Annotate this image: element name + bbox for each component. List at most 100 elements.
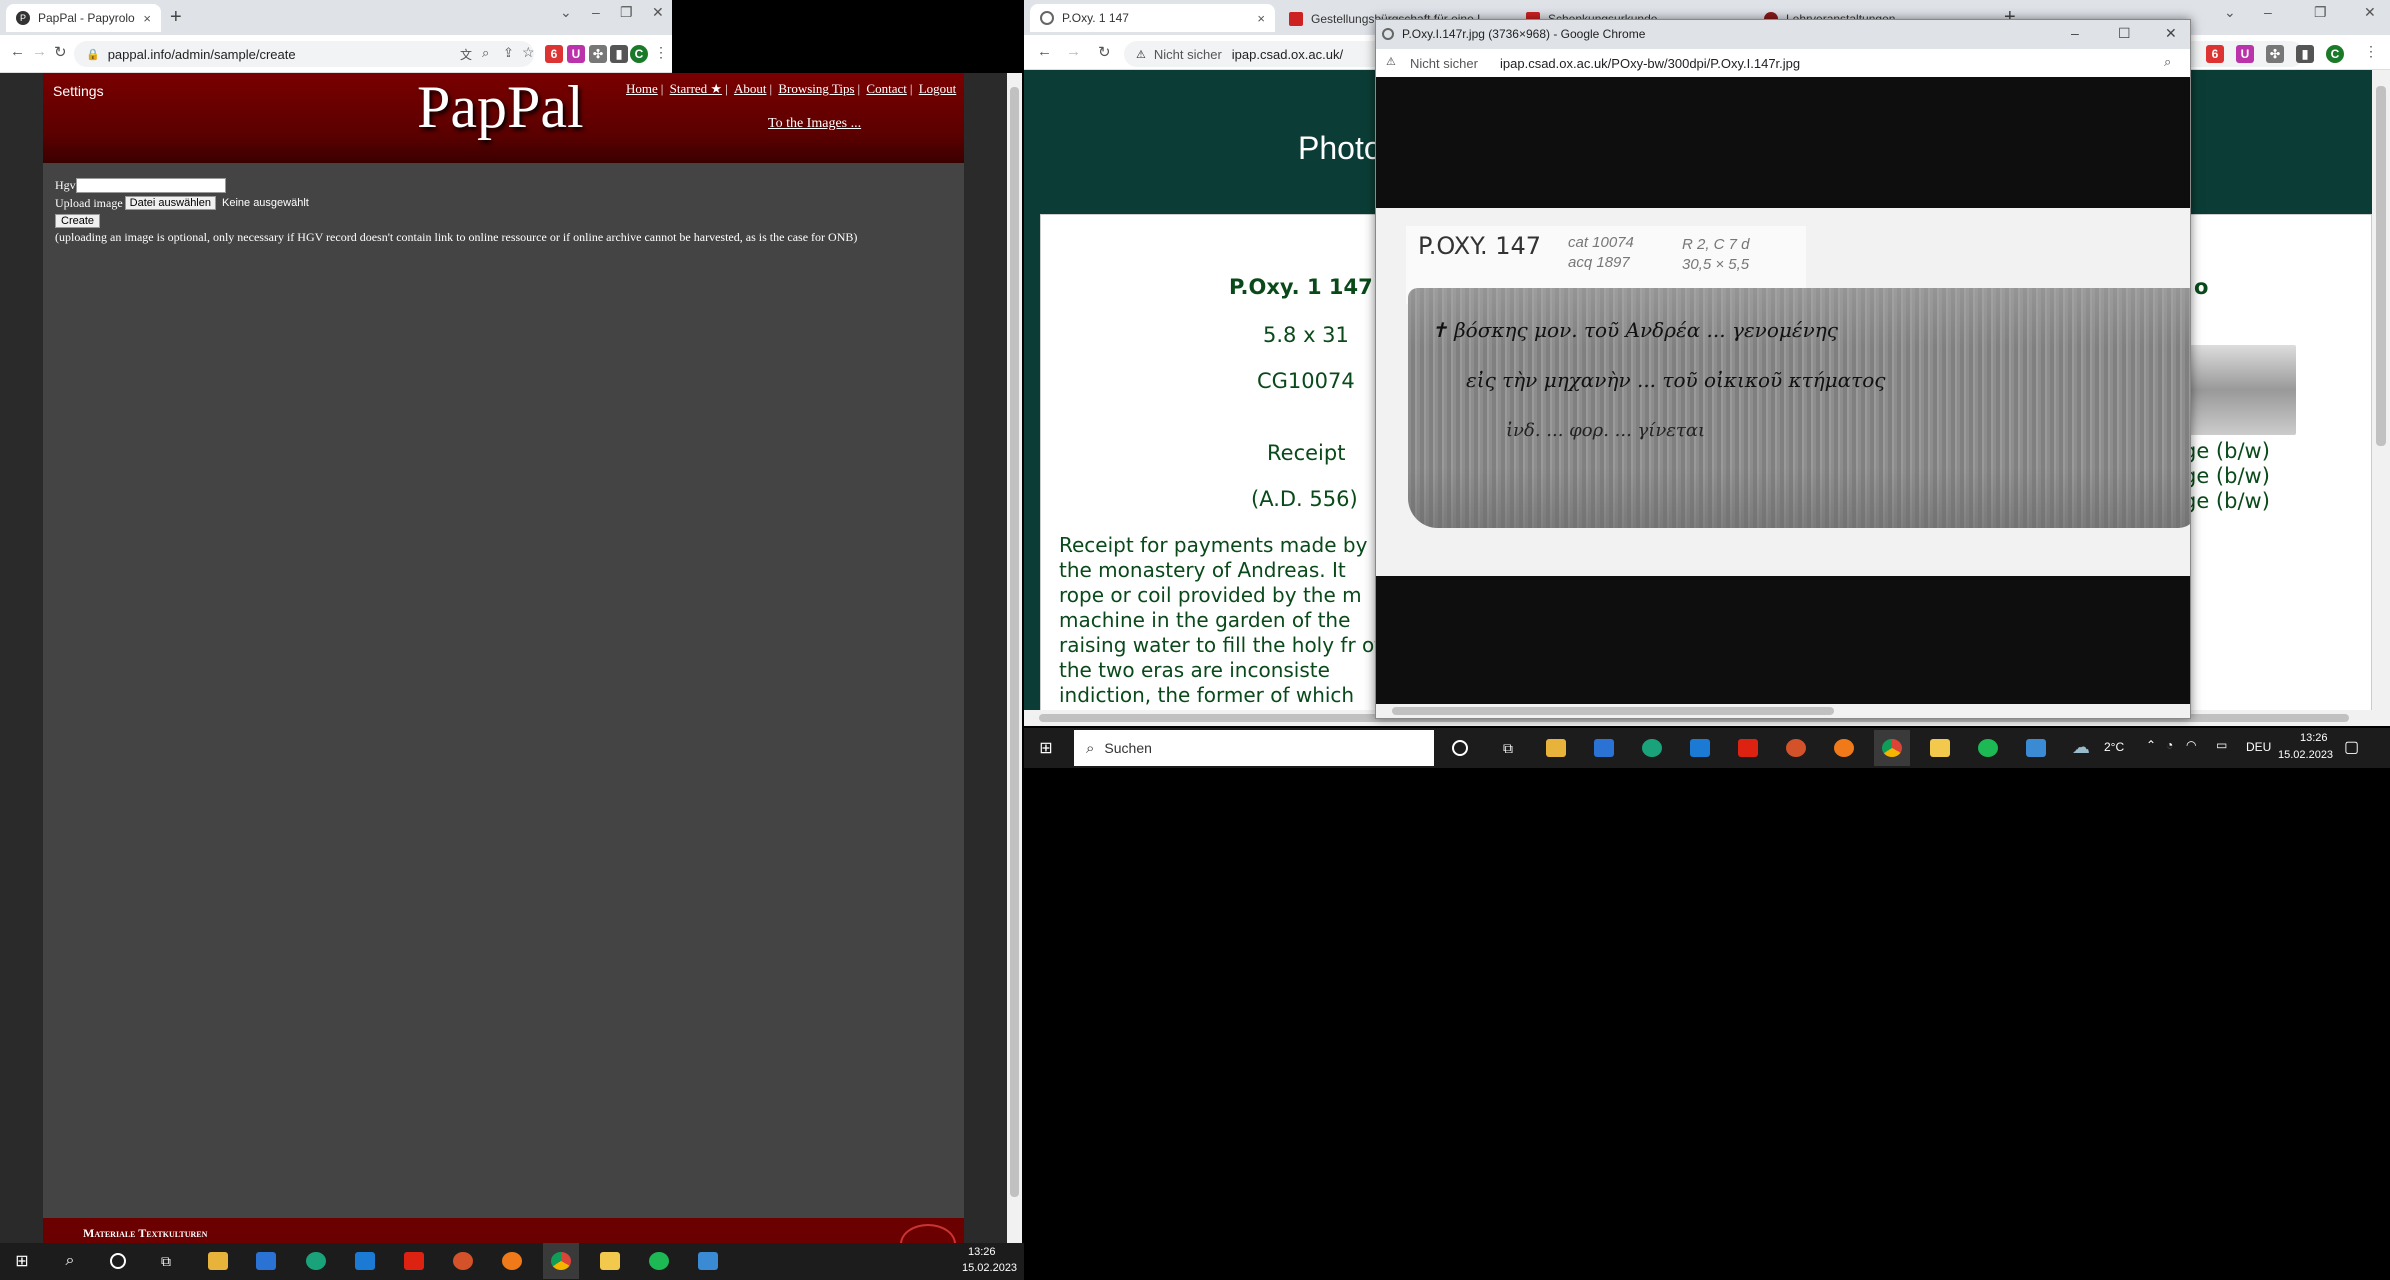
popup-hscrollbar[interactable]: [1376, 704, 2190, 718]
image-link-3[interactable]: ge (b/w): [2183, 489, 2270, 513]
tray-wifi-icon[interactable]: ◠: [2186, 738, 2196, 752]
tab-poxy[interactable]: P.Oxy. 1 147 ×: [1030, 4, 1275, 32]
extension-red-icon[interactable]: 6: [2206, 45, 2224, 63]
cortana-icon[interactable]: [100, 1243, 136, 1279]
nav-logout[interactable]: Logout: [919, 81, 957, 96]
popup-maximize-button[interactable]: ☐: [2118, 25, 2131, 42]
taskbar-time[interactable]: 13:26: [2300, 732, 2328, 744]
back-icon[interactable]: ←: [1037, 43, 1052, 60]
restore-button[interactable]: ❐: [620, 4, 633, 21]
edge-icon[interactable]: [1634, 730, 1670, 766]
nav-about[interactable]: About: [734, 81, 767, 96]
tray-chevron-icon[interactable]: ⌃: [2146, 738, 2156, 752]
task-view-icon[interactable]: ⧉: [148, 1243, 184, 1279]
popup-close-button[interactable]: ✕: [2165, 25, 2177, 42]
hgv-input[interactable]: [75, 177, 226, 193]
tab-pappal[interactable]: P PapPal - Papyrology | Paleograph ×: [6, 4, 161, 32]
photos-icon[interactable]: [690, 1243, 726, 1279]
acrobat-icon[interactable]: [396, 1243, 432, 1279]
tray-language[interactable]: DEU: [2246, 740, 2271, 754]
start-icon[interactable]: ⊞: [4, 1243, 40, 1279]
minimize-button[interactable]: –: [592, 4, 600, 20]
tab-close-icon[interactable]: ×: [143, 11, 151, 26]
share-icon[interactable]: ⇪: [503, 45, 514, 61]
pappal-logo[interactable]: PapPal: [417, 73, 584, 142]
extensions-puzzle-icon[interactable]: ✣: [589, 45, 607, 63]
image-link-1[interactable]: ge (b/w): [2183, 439, 2270, 463]
forward-icon[interactable]: →: [1066, 43, 1081, 60]
photos-icon[interactable]: [2018, 730, 2054, 766]
file-explorer-icon[interactable]: [200, 1243, 236, 1279]
weather-icon[interactable]: ☁: [2072, 737, 2090, 758]
extension-red-icon[interactable]: 6: [545, 45, 563, 63]
taskbar-date[interactable]: 15.02.2023: [962, 1262, 1017, 1274]
tab-close-icon[interactable]: ×: [1257, 11, 1265, 26]
extension-purple-icon[interactable]: U: [2236, 45, 2254, 63]
translate-icon[interactable]: 文: [460, 46, 472, 63]
store-icon[interactable]: [248, 1243, 284, 1279]
left-scroll-thumb[interactable]: [1010, 87, 1019, 1197]
zoom-icon[interactable]: ⌕: [482, 45, 489, 61]
spotify-icon[interactable]: [641, 1243, 677, 1279]
nav-browsing-tips[interactable]: Browsing Tips: [778, 81, 854, 96]
extension-purple-icon[interactable]: U: [567, 45, 585, 63]
start-icon[interactable]: ⊞: [1028, 730, 1064, 766]
forward-icon[interactable]: →: [32, 43, 47, 60]
new-tab-button[interactable]: +: [170, 6, 182, 29]
notes-icon[interactable]: [592, 1243, 628, 1279]
tray-battery-icon[interactable]: ▭: [2216, 738, 2227, 752]
powerpoint-icon[interactable]: [445, 1243, 481, 1279]
file-explorer-icon[interactable]: [1538, 730, 1574, 766]
powerpoint-icon[interactable]: [1778, 730, 1814, 766]
spotify-icon[interactable]: [1970, 730, 2006, 766]
restore-button[interactable]: ❐: [2314, 4, 2327, 21]
popup-minimize-button[interactable]: –: [2071, 25, 2079, 41]
papyrus-image[interactable]: P.OXY. 147 cat 10074 acq 1897 R 2, C 7 d…: [1376, 208, 2190, 576]
nav-home[interactable]: Home: [626, 81, 658, 96]
zoom-icon[interactable]: ⌕: [2164, 54, 2171, 70]
reload-icon[interactable]: ↻: [1098, 43, 1111, 61]
close-window-button[interactable]: ✕: [2364, 4, 2376, 21]
create-button[interactable]: Create: [55, 214, 101, 228]
sidebar-icon[interactable]: ▮: [2296, 45, 2314, 63]
edge-icon[interactable]: [298, 1243, 334, 1279]
firefox-icon[interactable]: [494, 1243, 530, 1279]
tray-network-icon[interactable]: ◔: [2166, 738, 2173, 752]
profile-avatar[interactable]: C: [2326, 45, 2344, 63]
mail-icon[interactable]: [347, 1243, 383, 1279]
nav-contact[interactable]: Contact: [866, 81, 906, 96]
right-scrollbar[interactable]: [2372, 70, 2390, 710]
left-scrollbar[interactable]: [1007, 73, 1022, 1243]
firefox-icon[interactable]: [1826, 730, 1862, 766]
popup-hscroll-thumb[interactable]: [1392, 707, 1834, 715]
notification-icon[interactable]: ▢: [2344, 737, 2359, 757]
acrobat-icon[interactable]: [1730, 730, 1766, 766]
search-icon[interactable]: ⌕: [52, 1243, 88, 1279]
cortana-icon[interactable]: [1442, 730, 1478, 766]
menu-kebab-icon[interactable]: ⋮: [654, 44, 668, 61]
taskbar-time[interactable]: 13:26: [968, 1246, 996, 1258]
weather-temp[interactable]: 2°C: [2104, 740, 2124, 754]
settings-link[interactable]: Settings: [53, 83, 104, 99]
file-choose-button[interactable]: Datei auswählen: [124, 196, 216, 210]
tab-search-dropdown-icon[interactable]: ⌄: [560, 4, 572, 21]
tab-search-dropdown-icon[interactable]: ⌄: [2224, 4, 2236, 21]
popup-url[interactable]: ipap.csad.ox.ac.uk/POxy-bw/300dpi/P.Oxy.…: [1500, 56, 1800, 71]
menu-kebab-icon[interactable]: ⋮: [2364, 43, 2378, 60]
nav-starred[interactable]: Starred ★: [670, 81, 722, 96]
minimize-button[interactable]: –: [2264, 4, 2272, 20]
extensions-puzzle-icon[interactable]: ✣: [2266, 45, 2284, 63]
image-link-2[interactable]: ge (b/w): [2183, 464, 2270, 488]
reload-icon[interactable]: ↻: [54, 43, 67, 61]
sidebar-icon[interactable]: ▮: [610, 45, 628, 63]
close-window-button[interactable]: ✕: [652, 4, 664, 21]
notes-icon[interactable]: [1922, 730, 1958, 766]
store-icon[interactable]: [1586, 730, 1622, 766]
taskbar-search-box[interactable]: ⌕ Suchen: [1074, 730, 1434, 766]
chrome-icon[interactable]: [543, 1243, 579, 1279]
taskbar-date[interactable]: 15.02.2023: [2278, 749, 2333, 761]
back-icon[interactable]: ←: [10, 43, 25, 60]
task-view-icon[interactable]: ⧉: [1490, 730, 1526, 766]
right-scroll-thumb[interactable]: [2376, 86, 2386, 446]
bookmark-star-icon[interactable]: ☆: [522, 44, 535, 61]
